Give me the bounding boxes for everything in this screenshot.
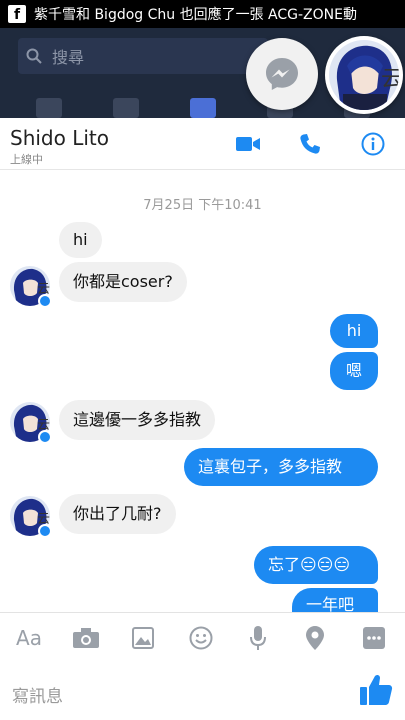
- tab-messages[interactable]: [189, 98, 216, 118]
- like-button[interactable]: [358, 672, 398, 712]
- notification-text: 紫千雪和 Bigdog Chu 也回應了一張 ACG-ZONE動: [34, 7, 357, 23]
- message-text: hi: [346, 321, 362, 340]
- message-bubble-incoming[interactable]: 你都是coser?: [59, 262, 187, 302]
- image-button[interactable]: [130, 625, 156, 651]
- search-bar[interactable]: 搜尋: [18, 38, 268, 74]
- message-bubble-incoming[interactable]: hi: [59, 222, 102, 258]
- phone-icon: [300, 134, 320, 154]
- more-button[interactable]: [362, 625, 386, 651]
- message-text: 這裏包子，多多指教: [198, 457, 343, 476]
- message-text: hi: [73, 230, 88, 249]
- message-text: 這邊優一多多指教: [73, 410, 202, 429]
- message-bubble-incoming[interactable]: 你出了几耐?: [59, 494, 176, 534]
- message-text: 你出了几耐?: [73, 504, 162, 523]
- contact-avatar-image: 云: [329, 40, 399, 110]
- camera-icon: [73, 628, 99, 648]
- location-button[interactable]: [304, 625, 326, 651]
- text-format-button[interactable]: Aa: [14, 625, 44, 651]
- messenger-badge-icon: [38, 524, 52, 538]
- emoji-icon: [189, 626, 213, 650]
- message-text: 嗯: [345, 361, 362, 380]
- search-placeholder: 搜尋: [52, 48, 85, 67]
- messenger-badge-icon: [38, 294, 52, 308]
- message-text: 你都是coser?: [73, 272, 173, 291]
- message-bubble-outgoing[interactable]: 這裏包子，多多指教: [184, 448, 378, 486]
- message-bubble-incoming[interactable]: 這邊優一多多指教: [59, 400, 216, 440]
- message-bubble-outgoing[interactable]: hi: [330, 314, 378, 348]
- video-call-button[interactable]: [234, 130, 262, 158]
- video-call-icon: [236, 137, 260, 151]
- emoji-button[interactable]: [188, 625, 214, 651]
- message-bubble-outgoing[interactable]: 嗯: [330, 352, 378, 390]
- microphone-button[interactable]: [248, 625, 268, 651]
- chat-header: Shido Lito 上線中: [0, 118, 405, 170]
- search-icon: [26, 48, 42, 64]
- location-icon: [306, 626, 324, 650]
- message-bubble-outgoing[interactable]: 忘了😑😑😑: [254, 546, 378, 584]
- messenger-chat-head[interactable]: [246, 38, 318, 110]
- chat-panel: Shido Lito 上線中 7月25日 下午10:41 hi 你都是coser…: [0, 118, 405, 720]
- info-icon: [361, 132, 385, 156]
- status-bar: f 紫千雪和 Bigdog Chu 也回應了一張 ACG-ZONE動: [0, 0, 405, 28]
- tab-news-feed[interactable]: [35, 98, 62, 118]
- messenger-icon: [266, 58, 298, 90]
- info-button[interactable]: [359, 130, 387, 158]
- thumbs-up-icon: [360, 674, 393, 705]
- composer-toolbar: Aa: [0, 612, 405, 662]
- messenger-badge-icon: [38, 430, 52, 444]
- microphone-icon: [250, 626, 266, 650]
- message-text: 忘了😑😑😑: [268, 555, 351, 574]
- contact-name[interactable]: Shido Lito: [10, 126, 109, 150]
- contact-avatar[interactable]: 云: [10, 496, 52, 538]
- contact-chat-head[interactable]: 云: [325, 36, 403, 114]
- svg-text:云: 云: [381, 67, 399, 92]
- contact-status: 上線中: [10, 153, 43, 166]
- image-icon: [132, 627, 154, 649]
- message-composer[interactable]: 寫訊息: [0, 662, 405, 720]
- contact-avatar[interactable]: 云: [10, 266, 52, 308]
- message-input-placeholder[interactable]: 寫訊息: [12, 682, 63, 707]
- message-timestamp: 7月25日 下午10:41: [143, 198, 262, 213]
- camera-button[interactable]: [72, 625, 100, 651]
- contact-avatar[interactable]: 云: [10, 402, 52, 444]
- facebook-icon: f: [8, 5, 26, 23]
- phone-call-button[interactable]: [296, 130, 324, 158]
- tab-friends[interactable]: [112, 98, 139, 118]
- text-format-label: Aa: [16, 626, 42, 650]
- more-icon: [363, 627, 385, 649]
